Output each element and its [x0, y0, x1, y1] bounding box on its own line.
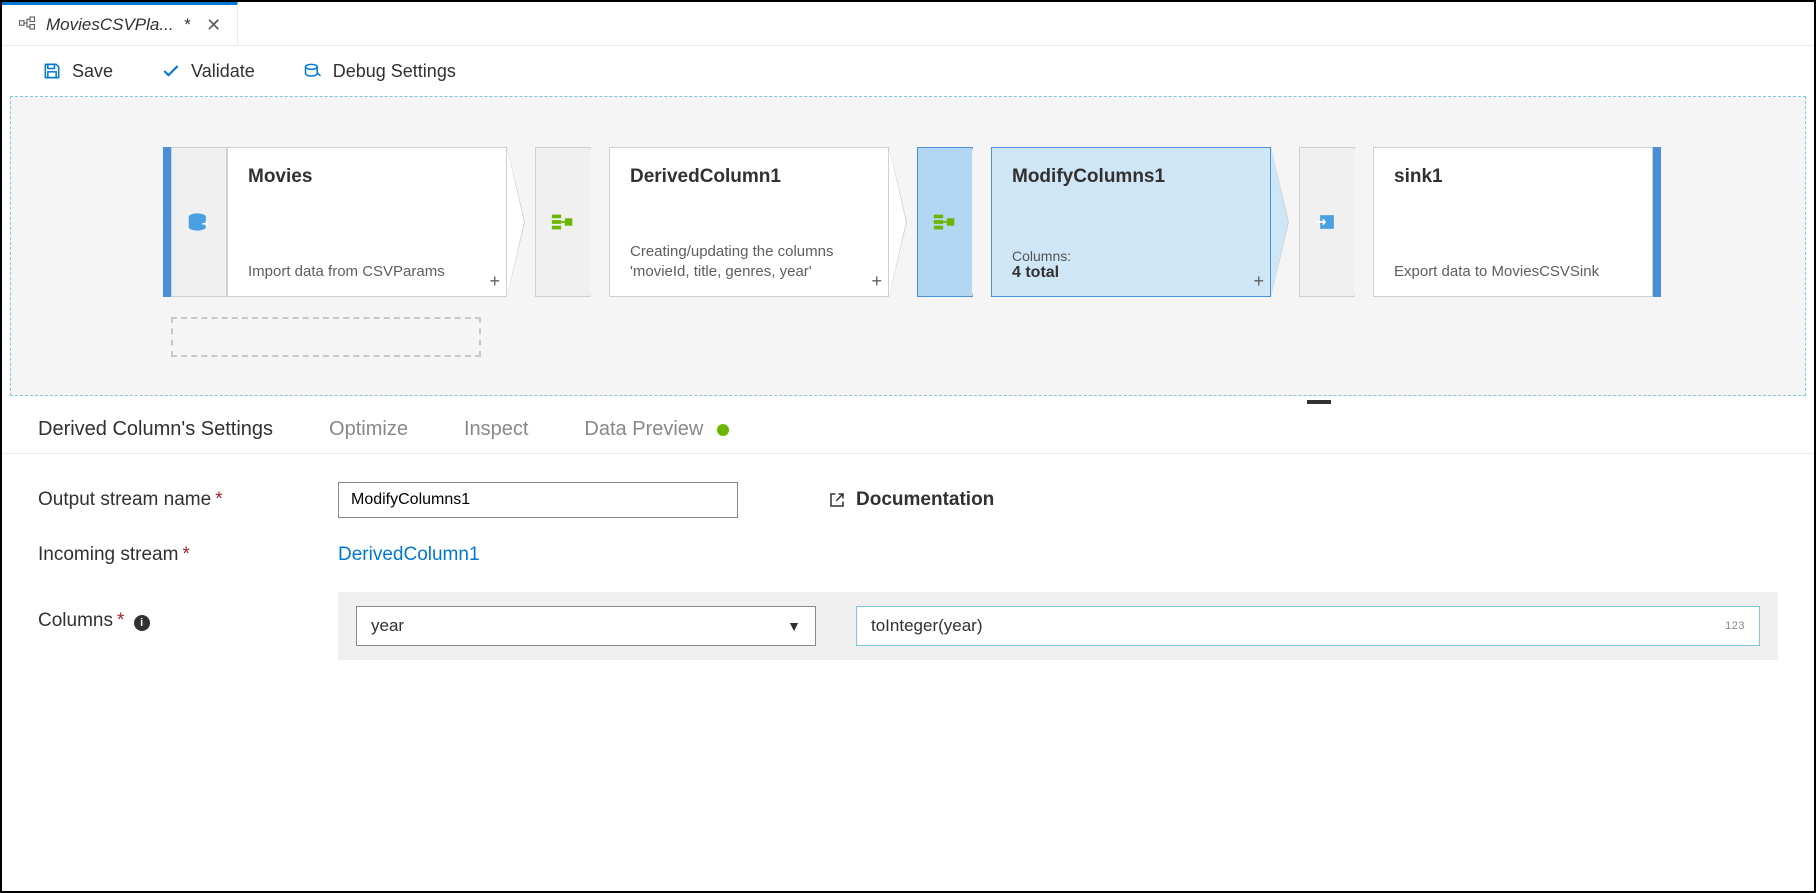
debug-settings-button[interactable]: Debug Settings: [303, 61, 456, 82]
add-transform-button[interactable]: +: [1253, 271, 1264, 292]
chevron-down-icon: ▼: [787, 618, 801, 634]
documentation-link[interactable]: Documentation: [828, 489, 994, 511]
validate-button[interactable]: Validate: [161, 61, 255, 82]
validate-label: Validate: [191, 61, 255, 82]
node-subtitle: Columns:: [1012, 248, 1250, 264]
editor-tabs: MoviesCSVPla... * ✕: [2, 2, 1814, 46]
node-title: DerivedColumn1: [630, 166, 868, 188]
node-title: Movies: [248, 166, 486, 188]
derived-column-icon: [535, 147, 591, 297]
toolbar: Save Validate Debug Settings: [2, 46, 1814, 96]
add-source-placeholder[interactable]: [171, 317, 481, 357]
node-description: Export data to MoviesCSVSink: [1394, 262, 1632, 282]
node-derivedcolumn1[interactable]: DerivedColumn1 Creating/updating the col…: [535, 147, 889, 297]
column-name-dropdown[interactable]: year ▼: [356, 606, 816, 646]
node-value: 4 total: [1012, 264, 1250, 282]
preview-status-dot: [717, 424, 729, 436]
node-description: Import data from CSVParams: [248, 262, 486, 282]
add-transform-button[interactable]: +: [489, 271, 500, 292]
output-stream-label: Output stream name*: [38, 489, 318, 511]
tab-inspect[interactable]: Inspect: [464, 418, 528, 441]
panel-splitter[interactable]: [2, 396, 1814, 408]
node-source-movies[interactable]: Movies Import data from CSVParams +: [171, 147, 507, 297]
node-description: Creating/updating the columns 'movieId, …: [630, 242, 868, 283]
settings-panel: Output stream name* Documentation Incomi…: [2, 454, 1814, 688]
columns-editor: year ▼ toInteger(year) 123: [338, 592, 1778, 660]
tab-dataflow[interactable]: MoviesCSVPla... * ✕: [2, 2, 238, 45]
incoming-stream-label: Incoming stream*: [38, 544, 318, 566]
column-expression-input[interactable]: toInteger(year) 123: [856, 606, 1760, 646]
tab-optimize[interactable]: Optimize: [329, 418, 408, 441]
node-title: ModifyColumns1: [1012, 166, 1250, 188]
incoming-stream-link[interactable]: DerivedColumn1: [338, 544, 480, 566]
type-badge: 123: [1725, 620, 1745, 632]
tab-settings[interactable]: Derived Column's Settings: [38, 418, 273, 441]
save-label: Save: [72, 61, 113, 82]
tab-title: MoviesCSVPla...: [46, 15, 174, 35]
node-title: sink1: [1394, 166, 1632, 188]
save-button[interactable]: Save: [42, 61, 113, 82]
dataflow-canvas[interactable]: Movies Import data from CSVParams + Deri…: [10, 96, 1806, 396]
output-stream-input[interactable]: [338, 482, 738, 518]
tab-data-preview[interactable]: Data Preview: [584, 418, 729, 441]
derived-column-icon: [917, 147, 973, 297]
debug-label: Debug Settings: [333, 61, 456, 82]
add-transform-button[interactable]: +: [871, 271, 882, 292]
settings-panel-tabs: Derived Column's Settings Optimize Inspe…: [2, 408, 1814, 454]
close-icon[interactable]: ✕: [206, 15, 221, 36]
node-modifycolumns1[interactable]: ModifyColumns1 Columns: 4 total +: [917, 147, 1271, 297]
source-icon: [171, 147, 227, 297]
tab-dirty-indicator: *: [184, 15, 191, 35]
node-sink1[interactable]: sink1 Export data to MoviesCSVSink: [1299, 147, 1653, 297]
sink-icon: [1299, 147, 1355, 297]
columns-label: Columns* i: [38, 592, 318, 632]
dataflow-icon: [18, 14, 36, 37]
info-icon[interactable]: i: [134, 615, 150, 631]
